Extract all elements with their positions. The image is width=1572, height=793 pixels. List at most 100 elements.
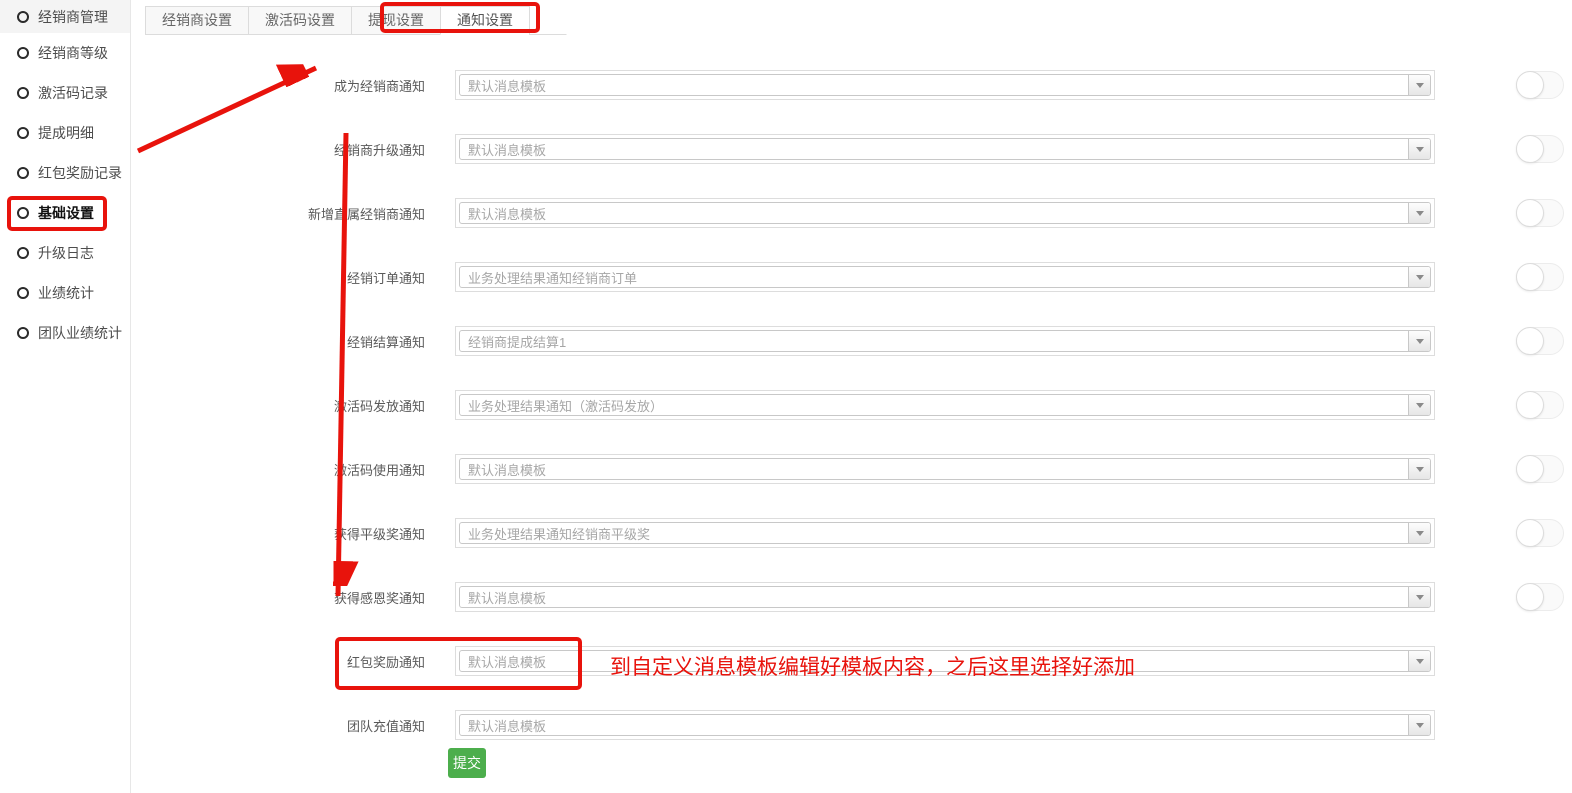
tabstrip-spacer <box>529 6 567 35</box>
radio-circle-icon <box>17 11 29 23</box>
template-select[interactable]: 默认消息模板 <box>455 134 1435 164</box>
form-row: 团队充值通知 默认消息模板 <box>131 710 1572 740</box>
selected-template-value: 默认消息模板 <box>460 204 546 223</box>
form-row: 激活码发放通知 业务处理结果通知（激活码发放） <box>131 390 1572 420</box>
sidebar-item[interactable]: 经销商等级 <box>0 33 130 73</box>
chevron-down-icon[interactable] <box>1408 587 1430 607</box>
template-select-inner[interactable]: 默认消息模板 <box>459 138 1431 160</box>
form-row: 激活码使用通知 默认消息模板 <box>131 454 1572 484</box>
sidebar-item-label: 升级日志 <box>38 243 94 263</box>
toggle-knob <box>1516 327 1544 355</box>
selected-template-value: 默认消息模板 <box>460 652 546 671</box>
sidebar-item[interactable]: 红包奖励记录 <box>0 153 130 193</box>
form-row: 新增直属经销商通知 默认消息模板 <box>131 198 1572 228</box>
sidebar-menu: 经销商管理 经销商等级 激活码记录 提成明细 红包奖励记录 基础设置 升级日志 … <box>0 0 131 793</box>
enable-toggle[interactable] <box>1516 263 1564 291</box>
tab[interactable]: 通知设置 <box>440 6 530 35</box>
field-label: 团队充值通知 <box>131 716 425 735</box>
sidebar-item[interactable]: 基础设置 <box>0 193 130 233</box>
sidebar-item-label: 提成明细 <box>38 123 94 143</box>
notification-settings-form: 成为经销商通知 默认消息模板 经销商升级通知 默认消息模板 新增直属经销商通知 … <box>131 35 1572 774</box>
template-select[interactable]: 默认消息模板 <box>455 70 1435 100</box>
settings-tabstrip: 经销商设置 激活码设置 提现设置 通知设置 <box>145 6 567 35</box>
chevron-down-icon[interactable] <box>1408 395 1430 415</box>
radio-circle-icon <box>17 87 29 99</box>
template-select-inner[interactable]: 经销商提成结算1 <box>459 330 1431 352</box>
sidebar-item[interactable]: 升级日志 <box>0 233 130 273</box>
template-select-inner[interactable]: 业务处理结果通知经销商订单 <box>459 266 1431 288</box>
selected-template-value: 默认消息模板 <box>460 716 546 735</box>
tab[interactable]: 提现设置 <box>351 6 441 35</box>
selected-template-value: 业务处理结果通知（激活码发放） <box>460 396 663 415</box>
template-select-inner[interactable]: 默认消息模板 <box>459 202 1431 224</box>
main-content: 经销商设置 激活码设置 提现设置 通知设置 成为经销商通知 默认消息模板 经销商… <box>131 0 1572 793</box>
tab[interactable]: 激活码设置 <box>248 6 352 35</box>
chevron-down-icon[interactable] <box>1408 331 1430 351</box>
field-label: 激活码发放通知 <box>131 396 425 415</box>
tab-label: 经销商设置 <box>162 12 232 28</box>
enable-toggle[interactable] <box>1516 327 1564 355</box>
chevron-down-icon[interactable] <box>1408 459 1430 479</box>
chevron-down-icon[interactable] <box>1408 139 1430 159</box>
template-select[interactable]: 默认消息模板 <box>455 710 1435 740</box>
toggle-knob <box>1516 519 1544 547</box>
form-row: 获得平级奖通知 业务处理结果通知经销商平级奖 <box>131 518 1572 548</box>
template-select-inner[interactable]: 默认消息模板 <box>459 714 1431 736</box>
selected-template-value: 默认消息模板 <box>460 460 546 479</box>
template-select-inner[interactable]: 默认消息模板 <box>459 458 1431 480</box>
sidebar-item[interactable]: 提成明细 <box>0 113 130 153</box>
enable-toggle[interactable] <box>1516 519 1564 547</box>
field-label: 经销结算通知 <box>131 332 425 351</box>
selected-template-value: 默认消息模板 <box>460 588 546 607</box>
selected-template-value: 默认消息模板 <box>460 140 546 159</box>
enable-toggle[interactable] <box>1516 583 1564 611</box>
radio-circle-icon <box>17 127 29 139</box>
template-select[interactable]: 经销商提成结算1 <box>455 326 1435 356</box>
tab[interactable]: 经销商设置 <box>145 6 249 35</box>
toggle-knob <box>1516 391 1544 419</box>
template-select[interactable]: 默认消息模板 <box>455 646 1435 676</box>
template-select[interactable]: 默认消息模板 <box>455 582 1435 612</box>
radio-circle-icon <box>17 47 29 59</box>
selected-template-value: 业务处理结果通知经销商订单 <box>460 268 637 287</box>
form-row: 成为经销商通知 默认消息模板 <box>131 70 1572 100</box>
enable-toggle[interactable] <box>1516 391 1564 419</box>
selected-template-value: 默认消息模板 <box>460 76 546 95</box>
template-select[interactable]: 业务处理结果通知经销商平级奖 <box>455 518 1435 548</box>
tab-label: 通知设置 <box>457 12 513 28</box>
enable-toggle[interactable] <box>1516 71 1564 99</box>
chevron-down-icon[interactable] <box>1408 651 1430 671</box>
sidebar-item[interactable]: 经销商管理 <box>0 0 130 33</box>
enable-toggle[interactable] <box>1516 455 1564 483</box>
toggle-knob <box>1516 135 1544 163</box>
enable-toggle[interactable] <box>1516 199 1564 227</box>
template-select-inner[interactable]: 业务处理结果通知（激活码发放） <box>459 394 1431 416</box>
sidebar-item-label: 团队业绩统计 <box>38 323 122 343</box>
toggle-knob <box>1516 71 1544 99</box>
chevron-down-icon[interactable] <box>1408 203 1430 223</box>
sidebar-item[interactable]: 激活码记录 <box>0 73 130 113</box>
field-label: 成为经销商通知 <box>131 76 425 95</box>
template-select[interactable]: 默认消息模板 <box>455 454 1435 484</box>
radio-circle-icon <box>17 207 29 219</box>
template-select-inner[interactable]: 默认消息模板 <box>459 74 1431 96</box>
template-select-inner[interactable]: 默认消息模板 <box>459 586 1431 608</box>
template-select[interactable]: 业务处理结果通知经销商订单 <box>455 262 1435 292</box>
enable-toggle[interactable] <box>1516 135 1564 163</box>
sidebar-item[interactable]: 团队业绩统计 <box>0 313 130 353</box>
chevron-down-icon[interactable] <box>1408 523 1430 543</box>
template-select-inner[interactable]: 默认消息模板 <box>459 650 1431 672</box>
submit-button[interactable]: 提交 <box>448 748 486 778</box>
chevron-down-icon[interactable] <box>1408 267 1430 287</box>
template-select[interactable]: 业务处理结果通知（激活码发放） <box>455 390 1435 420</box>
sidebar-item[interactable]: 业绩统计 <box>0 273 130 313</box>
chevron-down-icon[interactable] <box>1408 75 1430 95</box>
template-select-inner[interactable]: 业务处理结果通知经销商平级奖 <box>459 522 1431 544</box>
form-row: 红包奖励通知 默认消息模板 <box>131 646 1572 676</box>
form-row: 经销订单通知 业务处理结果通知经销商订单 <box>131 262 1572 292</box>
chevron-down-icon[interactable] <box>1408 715 1430 735</box>
sidebar-item-label: 经销商管理 <box>38 7 108 27</box>
selected-template-value: 经销商提成结算1 <box>460 332 566 351</box>
form-row: 经销商升级通知 默认消息模板 <box>131 134 1572 164</box>
template-select[interactable]: 默认消息模板 <box>455 198 1435 228</box>
